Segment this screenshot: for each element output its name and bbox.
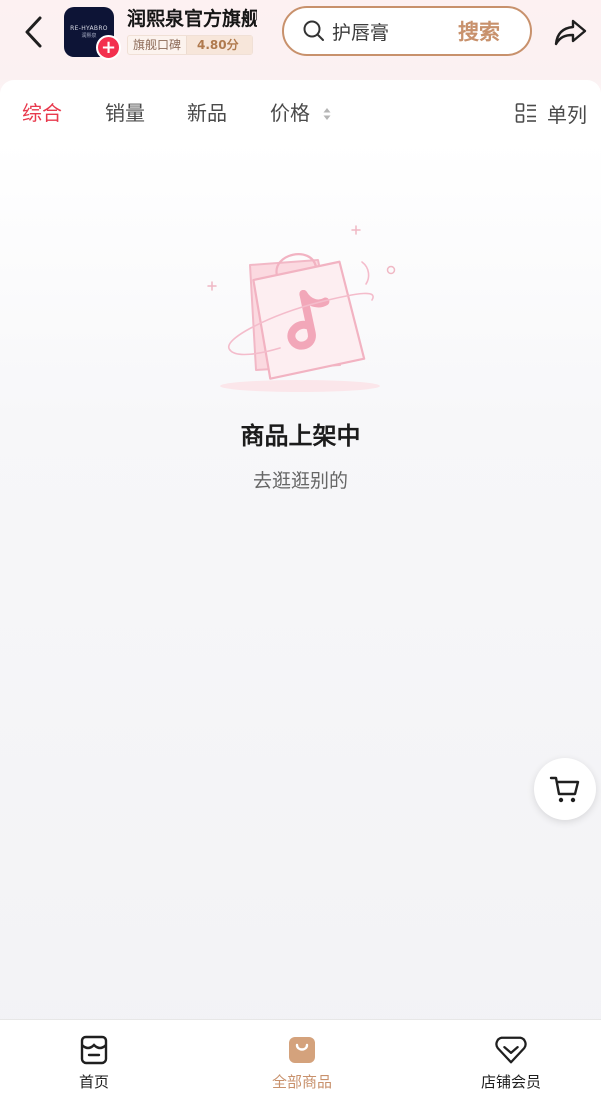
empty-state-subtitle[interactable]: 去逛逛别的 (0, 466, 601, 493)
bottom-nav: 首页 全部商品 店铺会员 (0, 1019, 601, 1099)
layout-toggle-button[interactable]: 单列 (515, 100, 587, 127)
nav-item-all-products[interactable]: 全部商品 (242, 1020, 362, 1099)
store-header: RE-HYABRO 润熙泉 + 润熙泉官方旗舰 旗舰口碑 4.80分 护唇膏 搜… (0, 0, 601, 78)
store-home-icon (77, 1033, 111, 1067)
share-icon (554, 19, 587, 46)
layout-label: 单列 (547, 102, 587, 127)
store-name[interactable]: 润熙泉官方旗舰 (127, 6, 257, 32)
search-bar[interactable]: 护唇膏 搜索 (282, 6, 532, 56)
shopping-cart-icon (549, 776, 580, 803)
search-icon (302, 19, 326, 43)
search-input[interactable]: 护唇膏 (332, 18, 458, 45)
sort-tab-new[interactable]: 新品 (187, 100, 227, 126)
sort-arrows-icon (323, 108, 331, 120)
nav-item-home[interactable]: 首页 (34, 1020, 154, 1099)
nav-label-home: 首页 (78, 1073, 109, 1091)
nav-label-all-products: 全部商品 (271, 1073, 332, 1091)
cart-button[interactable] (534, 758, 596, 820)
shopping-bag-icon (285, 1033, 319, 1067)
sort-tab-comprehensive[interactable]: 综合 (22, 100, 62, 126)
member-heart-icon (494, 1033, 528, 1067)
nav-item-membership[interactable]: 店铺会员 (451, 1020, 571, 1099)
sort-bar: 综合 销量 新品 价格 单列 (0, 80, 601, 146)
search-button[interactable]: 搜索 (458, 16, 500, 46)
rating-value: 4.80分 (187, 36, 252, 54)
follow-button[interactable]: + (96, 35, 121, 60)
list-layout-icon (515, 103, 536, 123)
chevron-left-icon (25, 16, 42, 48)
nav-label-membership: 店铺会员 (480, 1073, 541, 1091)
store-rating-badge[interactable]: 旗舰口碑 4.80分 (127, 35, 253, 55)
sort-tab-price[interactable]: 价格 (270, 100, 310, 126)
share-button[interactable] (550, 12, 592, 52)
sort-tab-sales[interactable]: 销量 (105, 100, 145, 126)
logo-subtext: 润熙泉 (81, 33, 97, 39)
logo-text: RE-HYABRO (70, 25, 108, 32)
page-background (0, 0, 601, 1099)
back-button[interactable] (14, 12, 52, 52)
empty-shopping-bag-icon (207, 225, 396, 392)
plus-icon: + (100, 36, 117, 58)
rating-label: 旗舰口碑 (128, 36, 188, 54)
empty-state-title: 商品上架中 (240, 422, 361, 450)
